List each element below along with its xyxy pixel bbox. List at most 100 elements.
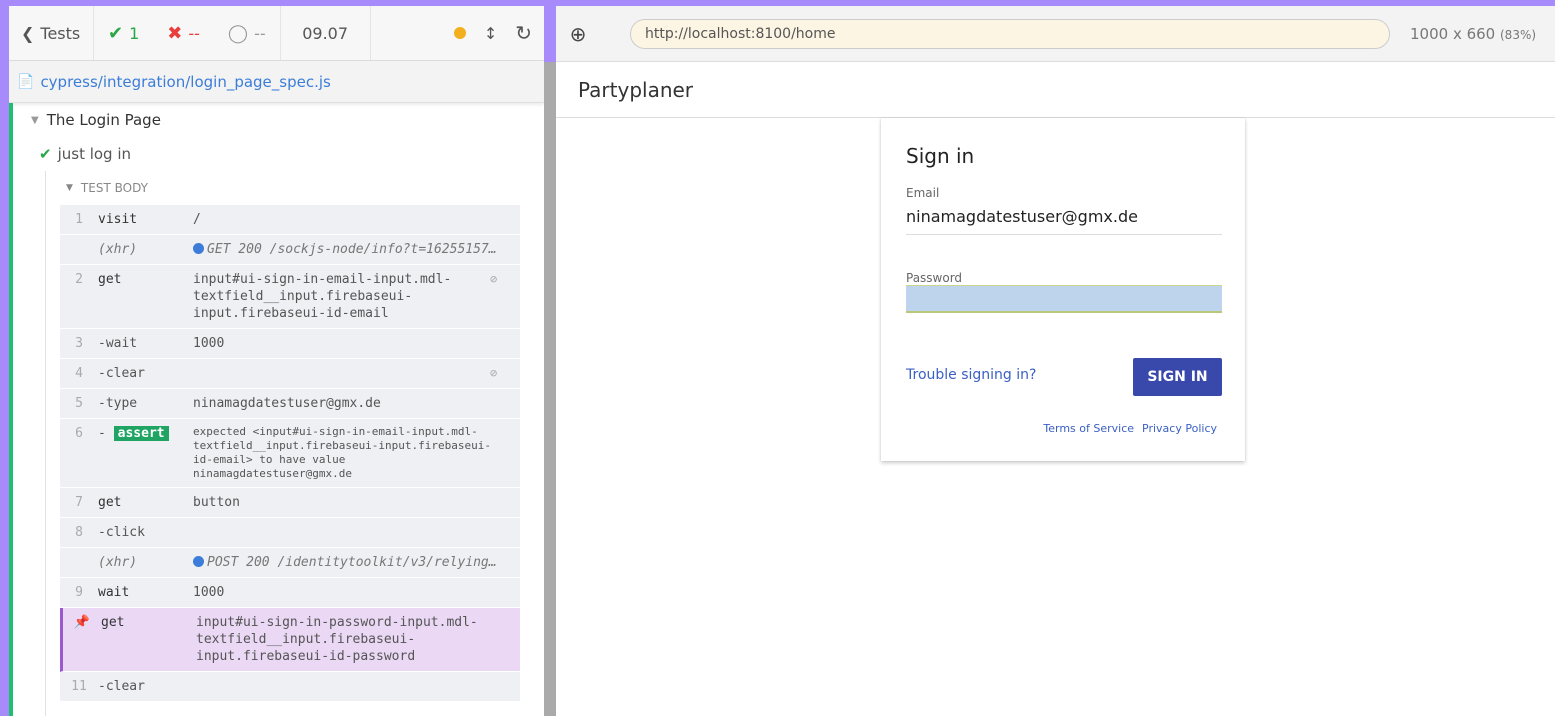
failed-stat[interactable]: ✖ -- [153,6,214,60]
command-row[interactable]: 7 get button [60,488,520,518]
command-name: get [98,495,122,510]
pending-count: -- [254,23,266,43]
command-message: 1000 [193,585,225,600]
command-row[interactable]: 2 get input#ui-sign-in-email-input.mdl- … [60,265,520,329]
running-indicator-icon [453,27,466,39]
pin-icon: 📌 [73,615,91,630]
sign-in-card: Sign in Email ninamagdatestuser@gmx.de P… [881,118,1245,461]
command-row[interactable]: 6 - assert expected <input#ui-sign-in-em… [60,419,520,488]
command-name: visit [98,212,138,227]
command-number: 2 [75,272,83,287]
command-name: wait [98,585,130,600]
tests-label: Tests [40,23,81,43]
command-number: 5 [75,396,83,411]
trouble-signing-in-link[interactable]: Trouble signing in? [906,367,1036,383]
sign-in-button[interactable]: SIGN IN [1133,358,1222,396]
command-message: ninamagdatestuser@gmx.de [193,396,381,411]
xhr-status-icon [193,556,204,567]
cypress-reporter: ❮ Tests ✔ 1 ✖ -- ◯ -- 09.07 ↕ ↻ 📄 cypres [9,6,544,716]
spec-file-bar: 📄 cypress/integration/login_page_spec.js [9,61,544,103]
file-icon: 📄 [17,73,35,90]
runner-url-bar: ⊕ http://localhost:8100/home 1000 x 660 … [556,6,1555,62]
command-row[interactable]: 11 -clear [60,672,520,702]
command-row[interactable]: 1 visit / [60,205,520,235]
command-number: 1 [75,212,83,227]
command-row[interactable]: 8 -click [60,518,520,548]
circle-icon: ◯ [227,22,249,44]
spec-file-link[interactable]: cypress/integration/login_page_spec.js [40,73,330,91]
command-row[interactable]: (xhr) POST 200 /identitytoolkit/v3/relyi… [60,548,520,578]
privacy-link[interactable]: Privacy Policy [1142,422,1217,435]
email-label: Email [906,186,940,200]
check-icon: ✔ [108,22,124,44]
command-number: 6 [75,426,83,441]
command-message: input#ui-sign-in-email-input.mdl- textfi… [193,272,452,321]
command-message-text: POST 200 /identitytoolkit/v3/relying… [207,555,497,570]
command-row[interactable]: 4 -clear ⊘ [60,359,520,389]
command-name: (xhr) [98,242,138,257]
password-field[interactable] [906,285,1222,313]
pending-stat[interactable]: ◯ -- [214,6,280,60]
tests-back-button[interactable]: ❮ Tests [9,6,94,60]
app-header: Partyplaner [556,62,1555,118]
command-log: 1 visit / (xhr) GET 200 /sockjs-node/inf… [60,205,520,702]
caret-down-icon: ▼ [66,183,73,193]
suite-title[interactable]: ▼ The Login Page [9,103,544,137]
test-tree: ▼ The Login Page ✔ just log in ▼ TEST BO… [9,103,544,716]
command-message: 1000 [193,336,225,351]
command-name: get [101,615,125,630]
header-controls: ↕ ↻ [371,6,544,60]
app-under-test: Partyplaner Sign in Email ninamagdatestu… [556,62,1555,716]
command-name: - assert [98,425,193,442]
command-number: 3 [75,336,83,351]
url-text: http://localhost:8100/home [645,25,836,42]
command-message: button [193,495,240,510]
viewport-scale: (83%) [1500,27,1537,42]
command-number: 9 [75,585,83,600]
reporter-header: ❮ Tests ✔ 1 ✖ -- ◯ -- 09.07 ↕ ↻ [9,6,544,61]
command-name: get [98,272,122,287]
command-number: 4 [75,366,83,381]
test-body: ▼ TEST BODY 1 visit / (xhr) GET 200 /soc… [45,171,544,716]
command-row[interactable]: (xhr) GET 200 /sockjs-node/info?t=162551… [60,235,520,265]
pane-resizer[interactable] [544,62,556,716]
command-row[interactable]: 3 -wait 1000 [60,329,520,359]
failed-count: -- [188,23,200,43]
test-body-header[interactable]: ▼ TEST BODY [46,171,544,205]
command-message: input#ui-sign-in-password-input.mdl- tex… [196,615,478,664]
test-body-label: TEST BODY [80,181,148,195]
card-title: Sign in [906,144,975,168]
command-message: POST 200 /identitytoolkit/v3/relying… [193,554,520,571]
xhr-status-icon [193,243,204,254]
command-name: (xhr) [98,555,138,570]
terms-link[interactable]: Terms of Service [1043,422,1134,435]
command-name: -clear [98,679,145,694]
auto-scroll-icon[interactable]: ↕ [484,24,497,43]
test-title-text: just log in [57,145,132,163]
selector-playground-icon[interactable]: ⊕ [556,22,600,46]
passed-stat[interactable]: ✔ 1 [94,6,153,60]
suite-title-text: The Login Page [46,111,161,129]
x-icon: ✖ [167,22,183,44]
url-display[interactable]: http://localhost:8100/home [630,18,1390,49]
check-icon: ✔ [39,145,52,163]
email-field[interactable]: ninamagdatestuser@gmx.de [906,207,1222,235]
command-name: -wait [98,336,138,351]
command-row[interactable]: 5 -type ninamagdatestuser@gmx.de [60,389,520,419]
command-number: 11 [71,679,87,694]
command-name: -click [98,525,145,540]
chevron-left-icon: ❮ [21,23,35,43]
command-number: 7 [75,495,83,510]
viewport-info[interactable]: 1000 x 660 (83%) [1410,25,1536,43]
command-row[interactable]: 9 wait 1000 [60,578,520,608]
command-row-pinned[interactable]: 📌 get input#ui-sign-in-password-input.md… [60,608,520,672]
command-number: 8 [75,525,83,540]
duration: 09.07 [281,6,371,60]
legal-links: Terms of Service Privacy Policy [1043,422,1217,435]
viewport-size: 1000 x 660 [1410,24,1496,43]
caret-down-icon: ▼ [31,114,39,126]
test-title[interactable]: ✔ just log in [9,137,544,171]
command-name: -clear [98,366,145,381]
command-name: -type [98,396,138,411]
reload-icon[interactable]: ↻ [515,21,532,45]
